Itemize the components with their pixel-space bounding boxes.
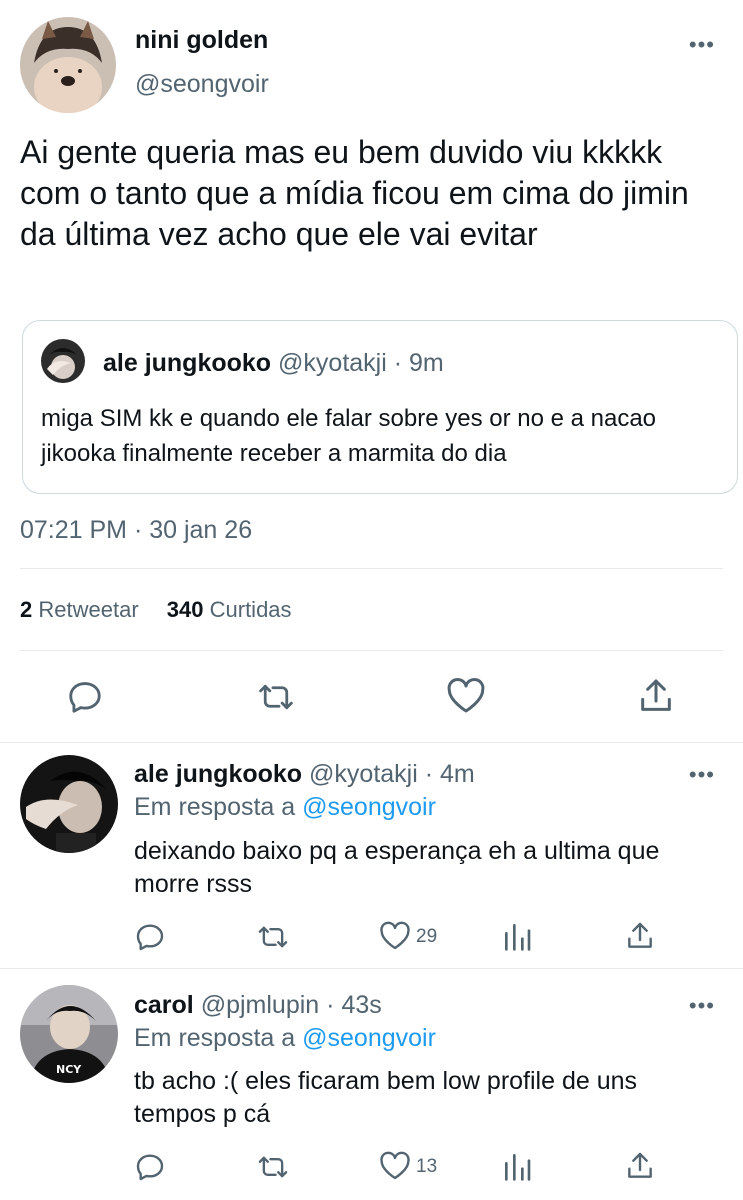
retweet-icon[interactable] — [256, 678, 296, 716]
retweet-icon[interactable] — [256, 1151, 290, 1183]
reply-time[interactable]: 43s — [341, 991, 381, 1019]
more-icon[interactable]: ••• — [689, 995, 715, 1017]
analytics-icon[interactable] — [502, 1150, 532, 1182]
reply-author-name[interactable]: ale jungkooko — [134, 760, 302, 788]
tweet-timestamp[interactable]: 07:21 PM · 30 jan 26 — [20, 516, 252, 545]
reply-text: deixando baixo pq a esperança eh a ultim… — [134, 837, 660, 898]
reply-author-avatar[interactable] — [20, 755, 118, 853]
likes-count[interactable]: 340 — [167, 597, 204, 622]
author-avatar[interactable] — [20, 17, 116, 113]
heart-icon[interactable] — [446, 677, 486, 715]
replying-to-handle[interactable]: @seongvoir — [302, 793, 436, 821]
separator-dot: · — [424, 760, 434, 788]
divider — [0, 968, 743, 969]
reply-time[interactable]: 4m — [440, 760, 475, 788]
replying-to-handle[interactable]: @seongvoir — [302, 1024, 436, 1052]
divider — [0, 742, 743, 743]
tweet-stats: 2 Retweetar 340 Curtidas — [20, 597, 314, 623]
reply-author-name[interactable]: carol — [134, 991, 194, 1019]
replying-to: Em resposta a @seongvoir — [134, 1024, 436, 1053]
share-icon[interactable] — [636, 676, 676, 716]
author-display-name[interactable]: nini golden — [135, 26, 268, 55]
more-icon[interactable]: ••• — [689, 764, 715, 786]
reply-author-handle[interactable]: @pjmlupin — [201, 991, 319, 1019]
replying-to-label: Em resposta a — [134, 1024, 296, 1052]
reply-icon[interactable] — [134, 1151, 166, 1183]
reply-author-handle[interactable]: @kyotakji — [309, 760, 418, 788]
svg-text:NCY: NCY — [56, 1063, 82, 1076]
analytics-icon[interactable] — [502, 920, 532, 952]
retweet-icon[interactable] — [256, 921, 290, 953]
quoted-author-avatar — [41, 339, 85, 383]
divider — [20, 568, 723, 569]
quoted-tweet-header: ale jungkooko @kyotakji · 9m — [103, 349, 444, 378]
quoted-tweet-text: miga SIM kk e quando ele falar sobre yes… — [41, 405, 657, 467]
reply-header: ale jungkooko @kyotakji · 4m — [134, 760, 475, 789]
quoted-tweet[interactable]: ale jungkooko @kyotakji · 9m miga SIM kk… — [22, 320, 738, 494]
quoted-author-name: ale jungkooko — [103, 349, 272, 377]
divider — [20, 650, 723, 651]
separator-dot: · — [326, 991, 335, 1019]
heart-icon[interactable] — [379, 1151, 411, 1181]
like-count: 13 — [416, 1156, 438, 1177]
replying-to: Em resposta a @seongvoir — [134, 793, 436, 822]
replying-to-label: Em resposta a — [134, 793, 296, 821]
retweets-count[interactable]: 2 — [20, 597, 32, 622]
reply-icon[interactable] — [66, 678, 104, 716]
like-count: 29 — [416, 926, 438, 947]
reply-text: tb acho :( eles ficaram bem low profile … — [134, 1067, 638, 1128]
reply-author-avatar[interactable]: NCY — [20, 985, 118, 1083]
heart-icon[interactable] — [379, 921, 411, 951]
share-icon[interactable] — [624, 1150, 656, 1182]
likes-label[interactable]: Curtidas — [210, 597, 292, 622]
separator-dot: · — [393, 349, 403, 377]
retweets-label[interactable]: Retweetar — [38, 597, 138, 622]
quoted-time: 9m — [409, 349, 444, 377]
reply-icon[interactable] — [134, 921, 166, 953]
reply-header: carol @pjmlupin · 43s — [134, 991, 382, 1020]
author-handle[interactable]: @seongvoir — [135, 70, 269, 99]
share-icon[interactable] — [624, 920, 656, 952]
tweet-text: Ai gente queria mas eu bem duvido viu kk… — [20, 134, 689, 252]
quoted-author-handle: @kyotakji — [278, 349, 387, 377]
more-icon[interactable]: ••• — [689, 34, 715, 56]
